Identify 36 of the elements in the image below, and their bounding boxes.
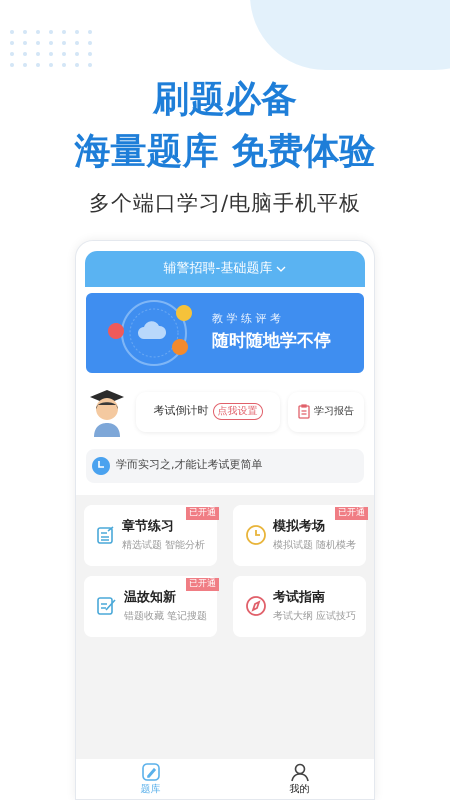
card-title: 章节练习 bbox=[122, 518, 175, 536]
clock-icon bbox=[245, 524, 267, 546]
tip-text: 学而实习之,才能让考试更简单 bbox=[116, 457, 262, 474]
pen-square-icon bbox=[140, 762, 160, 782]
card-description: 模拟试题 随机模考 bbox=[273, 538, 356, 554]
tab-item[interactable]: 我的 bbox=[225, 759, 374, 799]
report-card[interactable]: 学习报告 bbox=[288, 392, 364, 432]
status-tag: 已开通 bbox=[186, 506, 219, 520]
card-description: 精选试题 智能分析 bbox=[122, 538, 206, 554]
headline: 海量题库 免费体验 bbox=[74, 130, 376, 174]
feature-card[interactable]: 考试指南 考试大纲 应试技巧 bbox=[233, 576, 366, 636]
set-countdown-link[interactable]: 点我设置 bbox=[212, 403, 262, 420]
clock-icon bbox=[92, 456, 110, 474]
countdown-card[interactable]: 考试倒计时 点我设置 bbox=[136, 392, 280, 432]
feature-card[interactable]: 已开通 模拟考场 模拟试题 随机模考 bbox=[233, 504, 366, 566]
card-title: 模拟考场 bbox=[273, 518, 326, 536]
compass-icon bbox=[245, 595, 267, 617]
status-tag: 已开通 bbox=[335, 506, 368, 520]
clipboard-icon bbox=[298, 404, 310, 419]
chevron-down-icon[interactable] bbox=[276, 264, 286, 272]
card-description: 考试大纲 应试技巧 bbox=[273, 610, 356, 624]
person-icon bbox=[290, 762, 310, 782]
banner-slogan: 随时随地学不停 bbox=[212, 330, 331, 353]
card-title: 温故知新 bbox=[124, 588, 177, 607]
countdown-label: 考试倒计时 bbox=[154, 403, 208, 420]
subtitle: 多个端口学习/电脑手机平板 bbox=[88, 190, 362, 217]
note-pen-icon bbox=[96, 595, 118, 617]
feature-card[interactable]: 已开通 章节练习 精选试题 智能分析 bbox=[84, 504, 217, 566]
edit-list-icon bbox=[96, 525, 116, 545]
banner-tagline: 教 学 练 评 考 bbox=[212, 310, 282, 326]
card-title: 考试指南 bbox=[273, 588, 326, 607]
feature-card[interactable]: 已开通 温故知新 错题收藏 笔记搜题 bbox=[84, 576, 217, 636]
status-tag: 已开通 bbox=[186, 578, 219, 590]
report-label: 学习报告 bbox=[314, 404, 354, 419]
card-description: 错题收藏 笔记搜题 bbox=[124, 610, 208, 624]
headline: 刷题必备 bbox=[153, 78, 297, 122]
